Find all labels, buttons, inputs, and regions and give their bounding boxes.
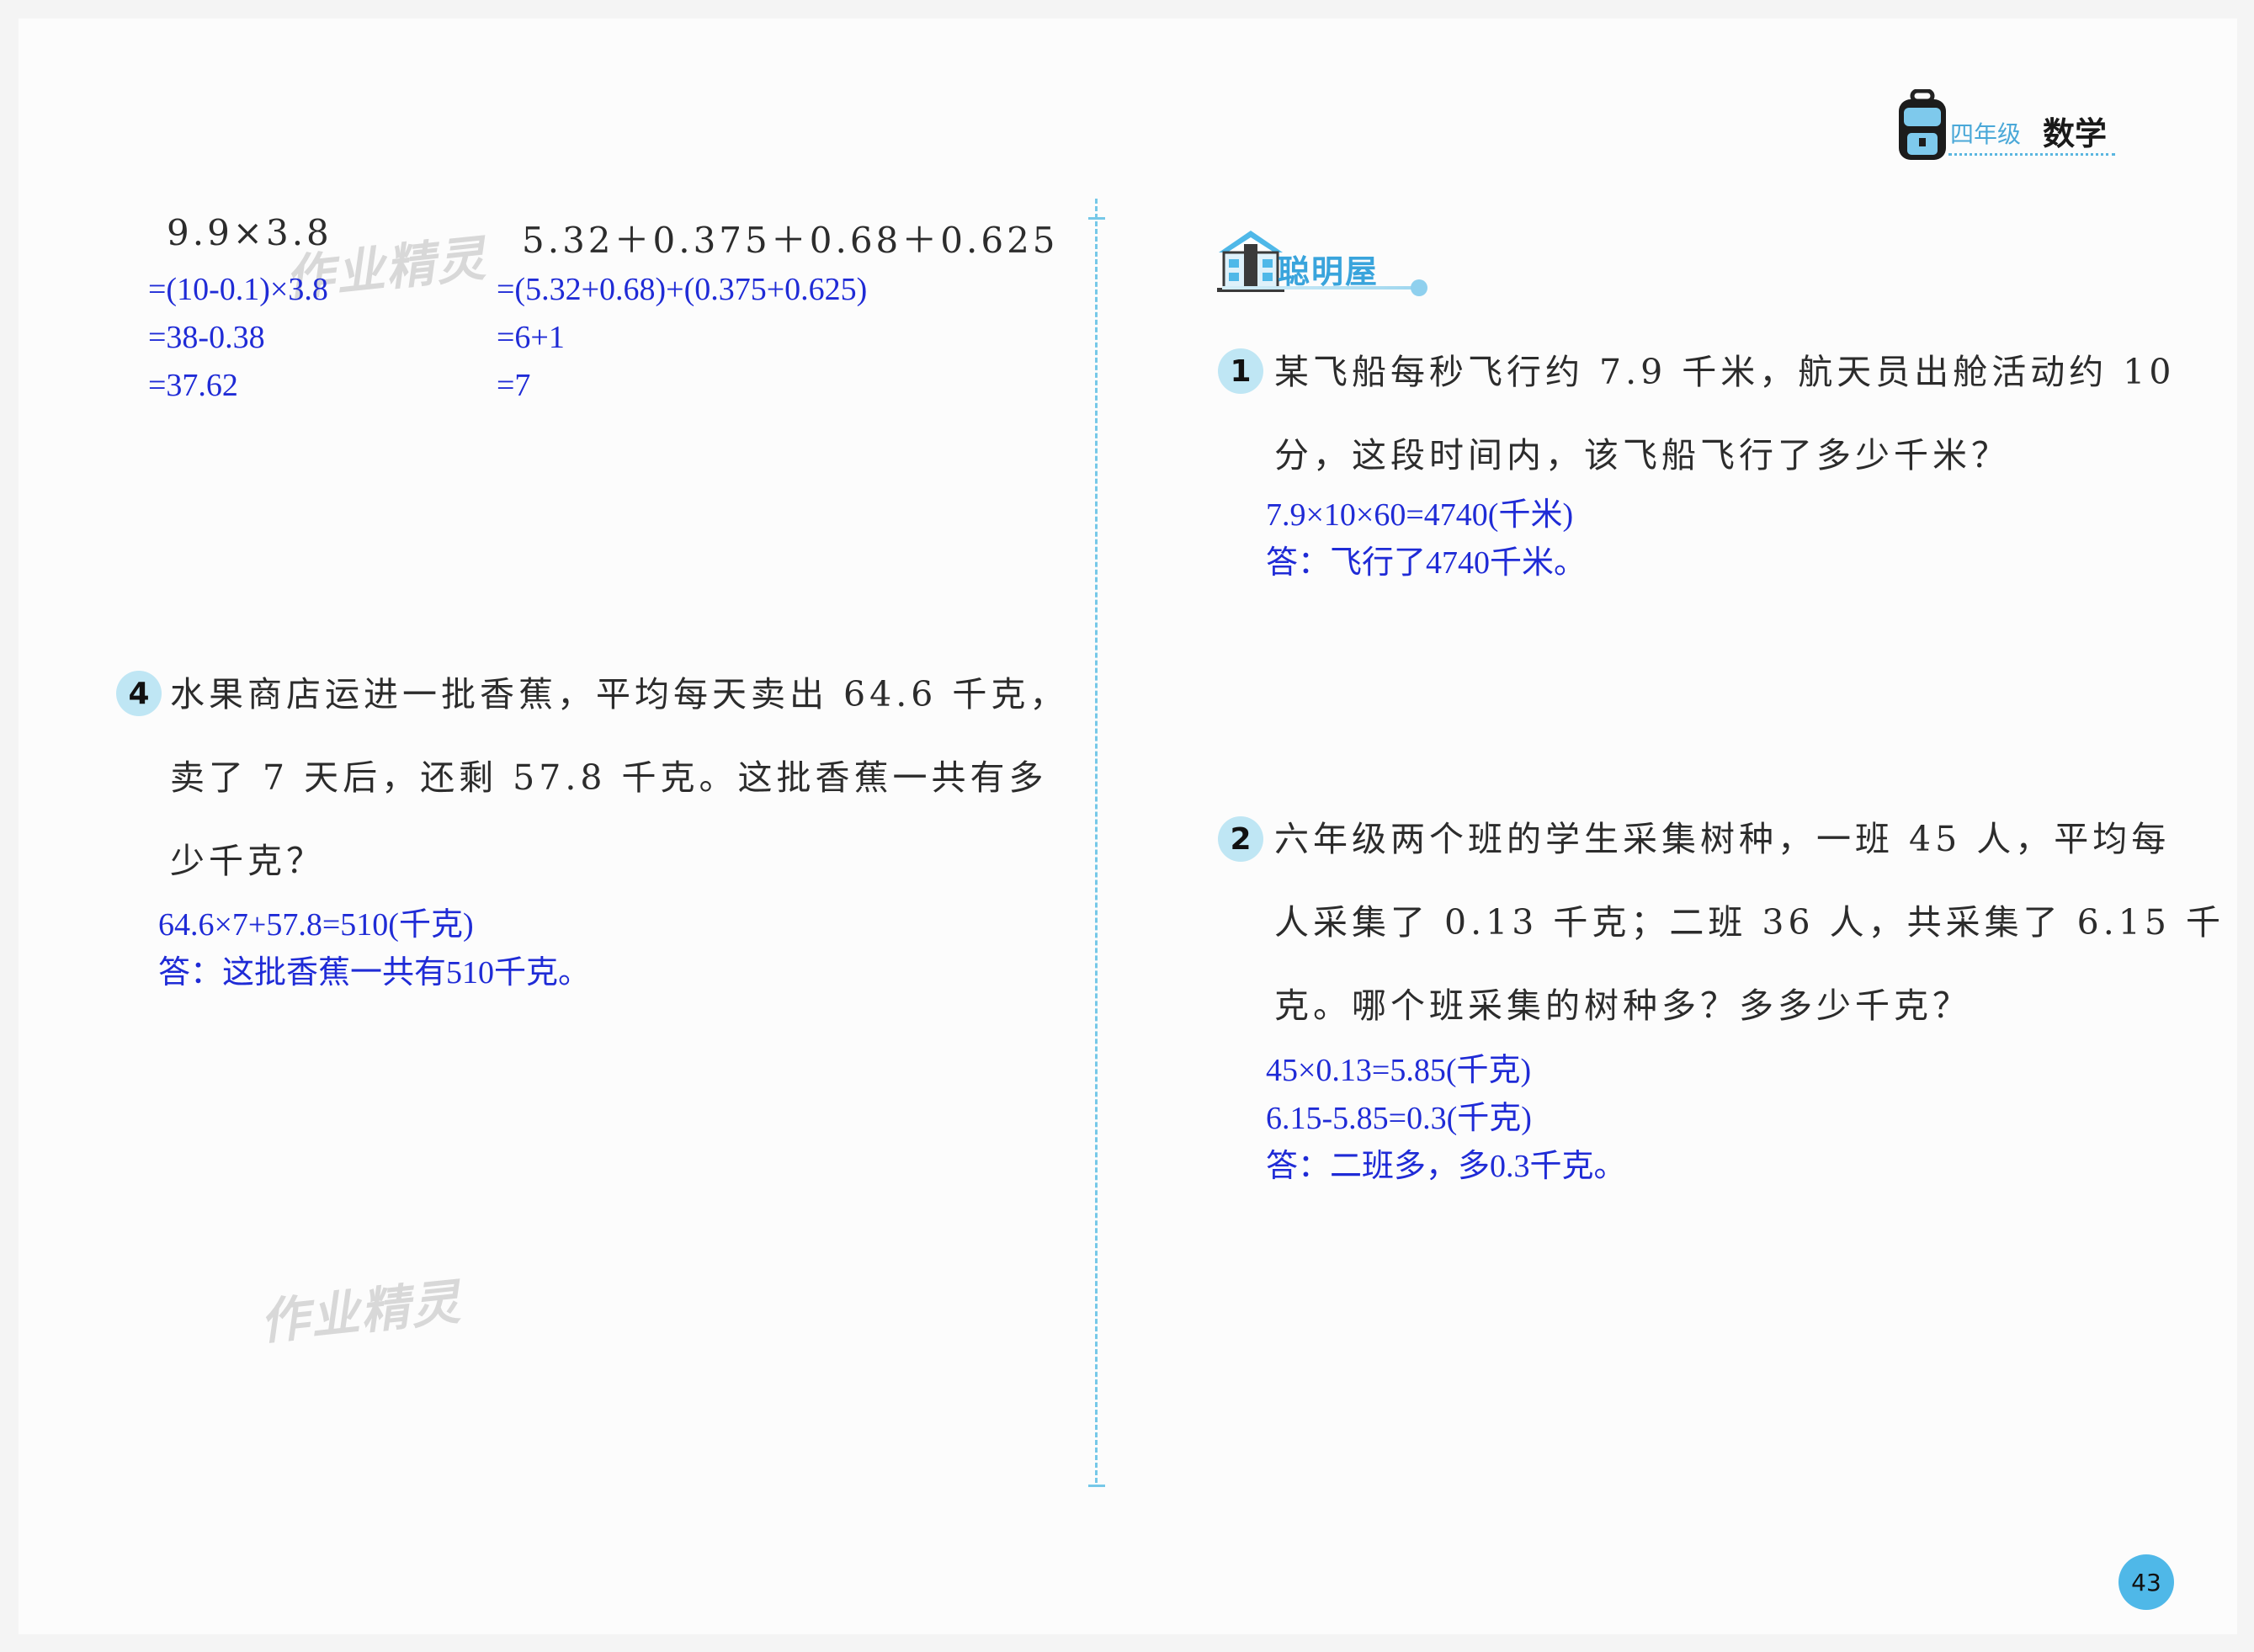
question-4-answer: 64.6×7+57.8=510(千克) 答：这批香蕉一共有510千克。 <box>158 901 590 997</box>
divider-cap-top <box>1088 217 1105 220</box>
section-underline <box>1222 286 1417 289</box>
calc-2-expression: 5.32＋0.375＋0.68＋0.625 <box>522 220 1059 261</box>
question-line: 某飞船每秒飞行约 7.9 千米，航天员出舱活动约 10 <box>1274 352 2176 392</box>
divider-cap-bottom <box>1088 1485 1105 1487</box>
subject-label: 数学 <box>2043 115 2108 152</box>
question-line: 水果商店运进一批香蕉，平均每天卖出 64.6 千克， <box>170 674 1069 714</box>
backpack-icon <box>1899 89 1946 160</box>
question-line: 少千克？ <box>170 841 325 881</box>
question-1-text: 某飞船每秒飞行约 7.9 千米，航天员出舱活动约 10 分，这段时间内，该飞船飞… <box>1274 331 2175 497</box>
answer-step: 45×0.13=5.85(千克) <box>1266 1053 1532 1088</box>
section-dot <box>1411 279 1427 296</box>
answer-step: 6.15-5.85=0.3(千克) <box>1266 1101 1532 1136</box>
answer-step: 答：二班多，多0.3千克。 <box>1266 1149 1626 1184</box>
question-2-badge: 2 <box>1218 816 1263 862</box>
answer-step: =(5.32+0.68)+(0.375+0.625) <box>497 272 868 307</box>
page-divider <box>1095 199 1098 1483</box>
answer-step: 答：这批香蕉一共有510千克。 <box>158 955 591 991</box>
calc-1-expression: 9.9×3.8 <box>167 212 332 253</box>
page-number: 43 <box>2118 1554 2174 1610</box>
question-1-badge: 1 <box>1218 348 1263 394</box>
question-line: 克。哪个班采集的树种多？多多少千克？ <box>1274 985 1971 1026</box>
question-2-answer: 45×0.13=5.85(千克) 6.15-5.85=0.3(千克) 答：二班多… <box>1266 1047 1626 1191</box>
question-4-badge: 4 <box>116 671 162 716</box>
question-line: 分，这段时间内，该飞船飞行了多少千米？ <box>1274 435 2010 475</box>
question-1-answer: 7.9×10×60=4740(千米) 答：飞行了4740千米。 <box>1266 491 1586 587</box>
answer-step: =6+1 <box>497 320 565 355</box>
question-4-text: 水果商店运进一批香蕉，平均每天卖出 64.6 千克， 卖了 7 天后，还剩 57… <box>170 653 1068 903</box>
answer-step: =37.62 <box>148 368 238 403</box>
header-underline <box>1948 153 2115 156</box>
calc-1-answer: =(10-0.1)×3.8 =38-0.38 =37.62 <box>148 266 328 410</box>
question-line: 卖了 7 天后，还剩 57.8 千克。这批香蕉一共有多 <box>170 757 1048 798</box>
question-line: 人采集了 0.13 千克；二班 36 人，共采集了 6.15 千 <box>1274 902 2225 943</box>
answer-step: 答：飞行了4740千米。 <box>1266 545 1587 581</box>
question-2-text: 六年级两个班的学生采集树种，一班 45 人，平均每 人采集了 0.13 千克；二… <box>1274 798 2225 1048</box>
answer-step: 7.9×10×60=4740(千米) <box>1266 497 1574 533</box>
grade-label: 四年级 <box>1950 120 2022 148</box>
section-title: 聪明屋 <box>1278 253 1380 290</box>
answer-step: =38-0.38 <box>148 320 265 355</box>
calc-2-answer: =(5.32+0.68)+(0.375+0.625) =6+1 =7 <box>497 266 867 410</box>
answer-step: 64.6×7+57.8=510(千克) <box>158 907 474 943</box>
answer-step: =(10-0.1)×3.8 <box>148 272 328 307</box>
question-line: 六年级两个班的学生采集树种，一班 45 人，平均每 <box>1274 819 2171 859</box>
house-icon <box>1217 231 1284 292</box>
answer-step: =7 <box>497 368 531 403</box>
